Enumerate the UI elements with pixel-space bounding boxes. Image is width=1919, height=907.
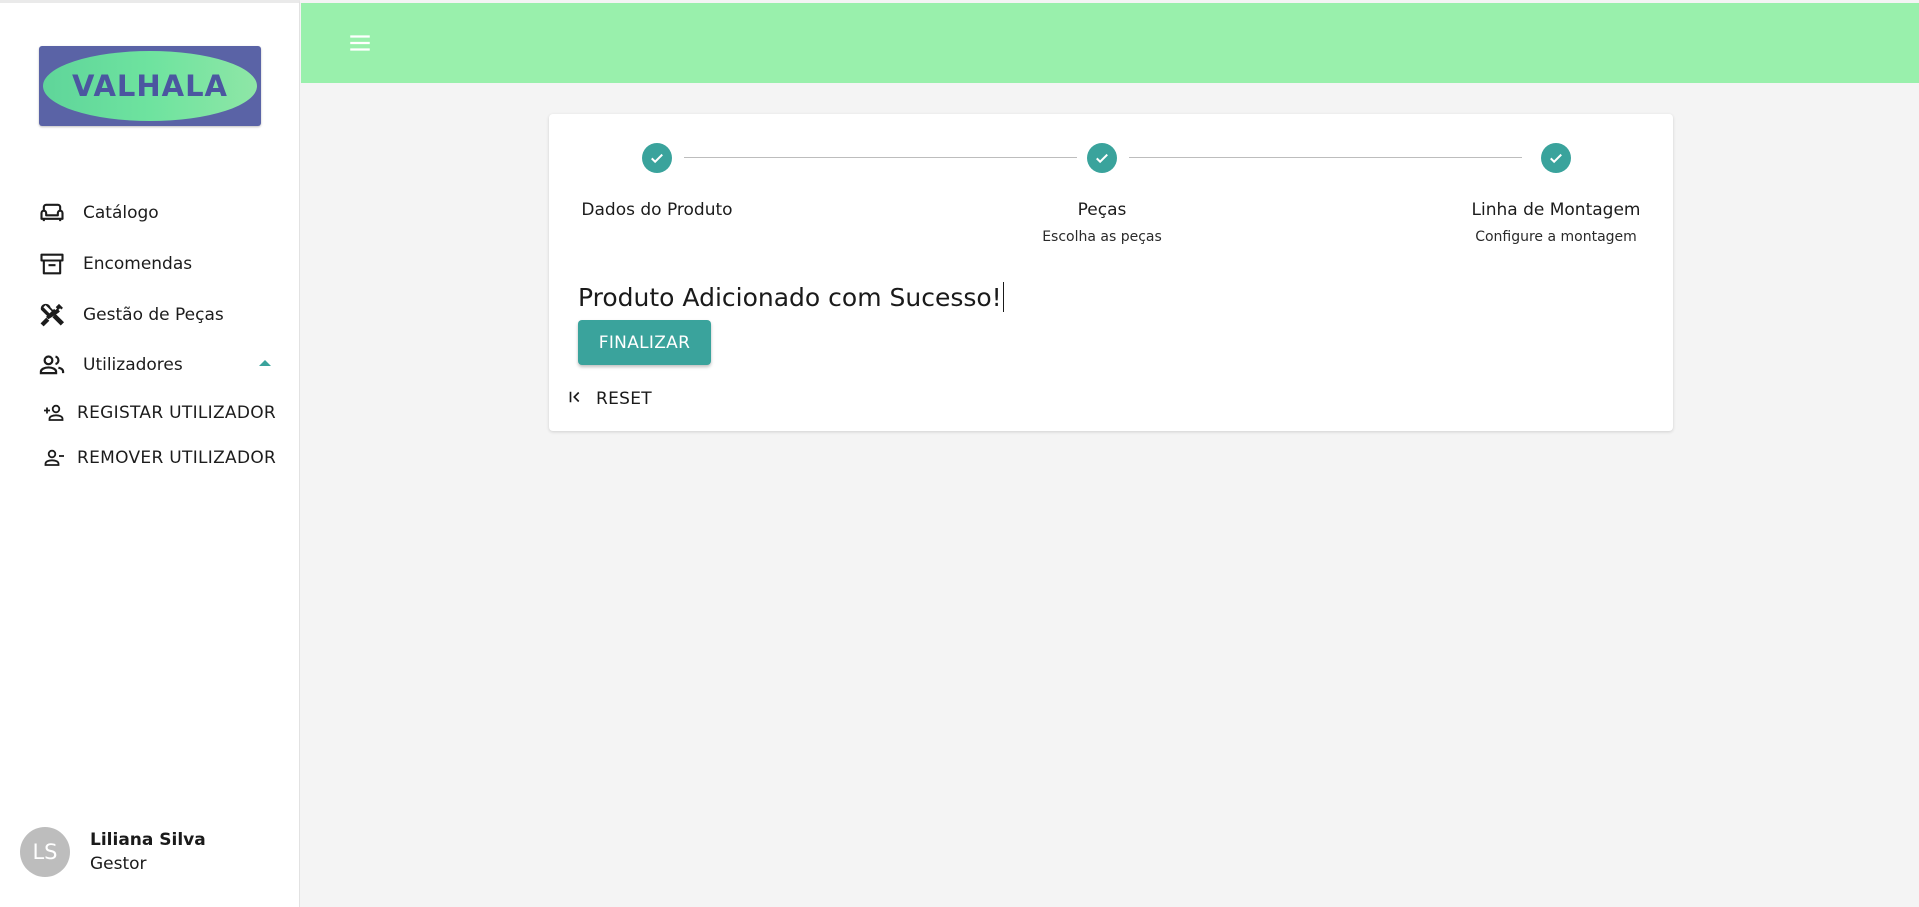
logo-text: VALHALA [71, 69, 229, 103]
sidebar-item-utilizadores[interactable]: Utilizadores [38, 350, 183, 380]
reset-button[interactable]: RESET [566, 384, 652, 414]
tools-icon [38, 301, 66, 329]
user-info: Liliana Silva Gestor [90, 828, 206, 876]
step-3-label: Linha de Montagem [1471, 200, 1641, 220]
sidebar-subitem-label: REMOVER UTILIZADOR [77, 448, 277, 468]
person-remove-icon [42, 446, 66, 470]
step-connector [1129, 157, 1522, 158]
finalizar-button[interactable]: FINALIZAR [578, 320, 711, 365]
sidebar-item-label: Catálogo [83, 203, 159, 223]
text-cursor [1002, 282, 1005, 312]
user-name: Liliana Silva [90, 830, 206, 850]
sidebar-item-label: Gestão de Peças [83, 305, 224, 325]
collapse-caret-icon[interactable] [259, 360, 271, 366]
step-connector [684, 157, 1077, 158]
sidebar-item-gestao-pecas[interactable]: Gestão de Peças [38, 300, 224, 330]
hamburger-menu-icon[interactable] [347, 30, 373, 56]
first-page-icon [566, 388, 584, 410]
step-1-label: Dados do Produto [581, 200, 733, 220]
users-icon [38, 351, 66, 379]
sidebar-item-label: Utilizadores [83, 355, 183, 375]
sidebar-item-label: Encomendas [83, 254, 193, 274]
person-add-icon [42, 401, 66, 425]
step-3-sublabel: Configure a montagem [1475, 229, 1637, 245]
reset-label: RESET [596, 389, 652, 409]
archive-box-icon [38, 250, 66, 278]
brand-logo: VALHALA [39, 46, 261, 126]
success-message-text: Produto Adicionado com Sucesso! [578, 283, 1002, 312]
logo-oval: VALHALA [43, 51, 257, 121]
sidebar-subitem-label: REGISTAR UTILIZADOR [77, 403, 277, 423]
sidebar-subitem-registar-utilizador[interactable]: REGISTAR UTILIZADOR [42, 399, 276, 427]
step-3-complete-icon[interactable] [1541, 143, 1571, 173]
success-message: Produto Adicionado com Sucesso! [578, 282, 1005, 312]
step-2-label: Peças [1077, 200, 1127, 220]
sidebar-item-encomendas[interactable]: Encomendas [38, 249, 192, 279]
sofa-icon [38, 199, 66, 227]
user-profile[interactable]: LS Liliana Silva Gestor [20, 827, 206, 877]
top-app-bar [301, 3, 1919, 83]
sidebar: VALHALA Catálogo Encomendas Gestão de Pe… [0, 0, 300, 907]
sidebar-subitem-remover-utilizador[interactable]: REMOVER UTILIZADOR [42, 444, 276, 472]
step-1-complete-icon[interactable] [642, 143, 672, 173]
step-2-complete-icon[interactable] [1087, 143, 1117, 173]
user-role: Gestor [90, 854, 147, 874]
sidebar-item-catalogo[interactable]: Catálogo [38, 198, 159, 228]
step-2-sublabel: Escolha as peças [1042, 229, 1162, 245]
avatar: LS [20, 827, 70, 877]
